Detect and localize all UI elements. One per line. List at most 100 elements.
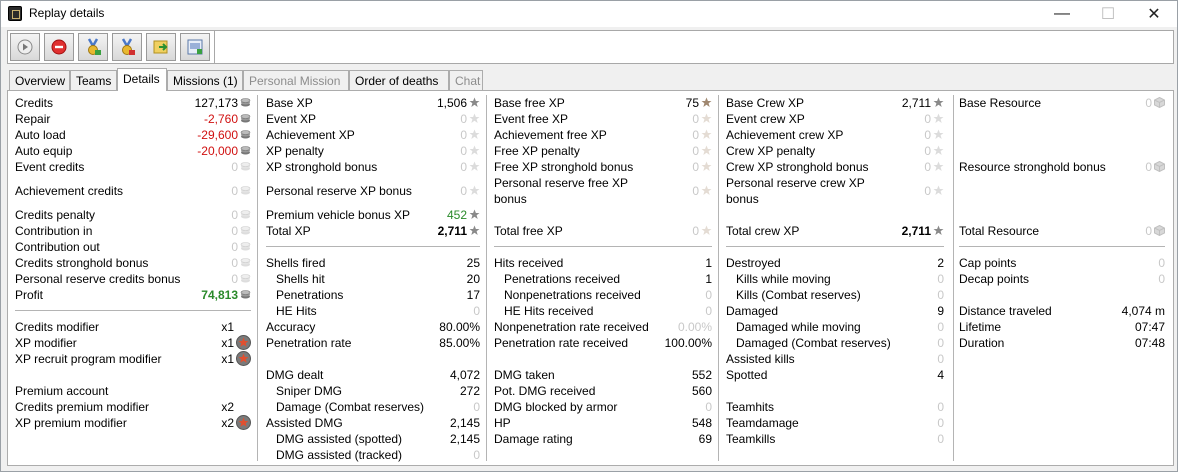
nonpenetrations-received-row: Nonpenetrations received 0 bbox=[494, 287, 712, 303]
he-hits-row: HE Hits 0 bbox=[266, 303, 480, 319]
event-credits-label: Event credits bbox=[15, 160, 85, 174]
pen-rate-received-value: 100.00% bbox=[664, 336, 712, 350]
tab-chat[interactable]: Chat bbox=[449, 70, 483, 90]
auto-equip-label: Auto equip bbox=[15, 144, 73, 158]
credits-column: Credits 127,173 Repair -2,760 Auto load -29… bbox=[15, 91, 251, 465]
dmg-blocked-label: DMG blocked by armor bbox=[494, 400, 618, 414]
damage-rating-row: Damage rating 69 bbox=[494, 431, 712, 447]
stop-button[interactable] bbox=[44, 33, 74, 61]
free-xp-star-icon bbox=[701, 185, 712, 196]
duration-row: Duration 07:48 bbox=[959, 335, 1165, 351]
minimize-button[interactable]: — bbox=[1039, 1, 1085, 27]
hits-received-value: 1 bbox=[705, 256, 712, 270]
spotted-row: Spotted 4 bbox=[726, 367, 944, 383]
xp-star-icon bbox=[469, 97, 480, 108]
total-free-xp-value: 0 bbox=[692, 224, 699, 238]
dmg-dealt-value: 4,072 bbox=[449, 368, 480, 382]
profit-label: Profit bbox=[15, 288, 44, 302]
he-hits-received-row: HE Hits received 0 bbox=[494, 303, 712, 319]
credits-value: 127,173 bbox=[194, 96, 238, 110]
crew-xp-penalty-value: 0 bbox=[924, 144, 931, 158]
xp-premium-modifier-value: x2 bbox=[221, 416, 234, 430]
credits-stronghold-row: Credits stronghold bonus 0 bbox=[15, 255, 251, 271]
duration-value: 07:48 bbox=[1134, 336, 1165, 350]
medal-remove-button[interactable] bbox=[112, 33, 142, 61]
teamhits-label: Teamhits bbox=[726, 400, 775, 414]
tab-overview[interactable]: Overview bbox=[9, 70, 70, 90]
teamdamage-row: Teamdamage 0 bbox=[726, 415, 944, 431]
event-xp-label: Event XP bbox=[266, 112, 317, 126]
window-title: Replay details bbox=[29, 6, 105, 20]
credits-label: Credits bbox=[15, 96, 54, 110]
personal-reserve-xp-row: Personal reserve XP bonus 0 bbox=[266, 183, 480, 199]
auto-load-value: -29,600 bbox=[197, 128, 238, 142]
credits-modifier-label: Credits modifier bbox=[15, 320, 100, 334]
xp-modifier-row: XP modifier x1 bbox=[15, 335, 251, 351]
export-button[interactable] bbox=[146, 33, 176, 61]
dmg-taken-label: DMG taken bbox=[494, 368, 555, 382]
teamdamage-label: Teamdamage bbox=[726, 416, 799, 430]
crew-xp-star-icon bbox=[933, 185, 944, 196]
spotted-value: 4 bbox=[937, 368, 944, 382]
column-divider bbox=[953, 95, 954, 461]
kills-combat-reserves-label: Kills (Combat reserves) bbox=[736, 288, 861, 302]
toolbar-separator bbox=[214, 31, 215, 63]
event-free-xp-label: Event free XP bbox=[494, 112, 569, 126]
event-crew-xp-value: 0 bbox=[924, 112, 931, 126]
event-free-xp-value: 0 bbox=[692, 112, 699, 126]
save-icon bbox=[187, 39, 203, 55]
tab-details[interactable]: Details bbox=[117, 68, 167, 91]
resource-box-icon bbox=[1154, 225, 1165, 236]
play-button[interactable] bbox=[10, 33, 40, 61]
decap-points-label: Decap points bbox=[959, 272, 1030, 286]
premium-badge-icon bbox=[236, 415, 251, 430]
achievement-crew-xp-label: Achievement crew XP bbox=[726, 128, 844, 142]
close-button[interactable]: ✕ bbox=[1131, 1, 1177, 27]
damaged-while-moving-label: Damaged while moving bbox=[736, 320, 861, 334]
resource-column: Base Resource 0 Resource stronghold bonus… bbox=[959, 91, 1165, 465]
nonpenetrations-received-label: Nonpenetrations received bbox=[504, 288, 641, 302]
xp-stronghold-label: XP stronghold bonus bbox=[266, 160, 378, 174]
maximize-button[interactable]: ☐ bbox=[1085, 1, 1131, 27]
tab-teams[interactable]: Teams bbox=[70, 70, 117, 90]
dmg-assisted-spotted-label: DMG assisted (spotted) bbox=[276, 432, 403, 446]
total-crew-xp-row: Total crew XP 2,711 bbox=[726, 223, 944, 239]
repair-label: Repair bbox=[15, 112, 51, 126]
destroyed-row: Destroyed 2 bbox=[726, 255, 944, 271]
penetrations-received-value: 1 bbox=[705, 272, 712, 286]
xp-star-icon bbox=[469, 113, 480, 124]
tab-personal-mission[interactable]: Personal Mission bbox=[243, 70, 349, 90]
damaged-row: Damaged 9 bbox=[726, 303, 944, 319]
xp-star-icon bbox=[469, 129, 480, 140]
distance-row: Distance traveled 4,074 m bbox=[959, 303, 1165, 319]
penetrations-received-row: Penetrations received 1 bbox=[494, 271, 712, 287]
tab-order-of-deaths[interactable]: Order of deaths bbox=[349, 70, 449, 90]
column-divider bbox=[486, 95, 487, 461]
save-button[interactable] bbox=[180, 33, 210, 61]
penetrations-row: Penetrations 17 bbox=[266, 287, 480, 303]
damaged-combat-reserves-label: Damaged (Combat reserves) bbox=[736, 336, 891, 350]
tab-missions[interactable]: Missions (1) bbox=[167, 70, 243, 90]
base-crew-xp-label: Base Crew XP bbox=[726, 96, 805, 110]
crew-xp-star-icon bbox=[933, 113, 944, 124]
coin-icon bbox=[240, 97, 251, 108]
he-hits-received-label: HE Hits received bbox=[504, 304, 594, 318]
free-xp-stronghold-row: Free XP stronghold bonus 0 bbox=[494, 159, 712, 175]
base-crew-xp-value: 2,711 bbox=[901, 96, 931, 110]
crew-xp-stronghold-value: 0 bbox=[924, 160, 931, 174]
medal-button[interactable] bbox=[78, 33, 108, 61]
dmg-assisted-spotted-row: DMG assisted (spotted) 2,145 bbox=[266, 431, 480, 447]
damaged-while-moving-row: Damaged while moving 0 bbox=[726, 319, 944, 335]
crew-xp-column: Base Crew XP 2,711 Event crew XP 0 Achieve… bbox=[726, 91, 944, 465]
personal-reserve-crew-xp-value-row: 0 bbox=[726, 183, 944, 199]
xp-star-icon bbox=[469, 209, 480, 220]
free-xp-star-icon bbox=[701, 225, 712, 236]
crew-xp-penalty-row: Crew XP penalty 0 bbox=[726, 143, 944, 159]
coin-icon bbox=[240, 129, 251, 140]
dmg-blocked-row: DMG blocked by armor 0 bbox=[494, 399, 712, 415]
event-credits-value: 0 bbox=[231, 160, 238, 174]
damaged-combat-reserves-row: Damaged (Combat reserves) 0 bbox=[726, 335, 944, 351]
resource-box-icon bbox=[1154, 97, 1165, 108]
base-resource-row: Base Resource 0 bbox=[959, 95, 1165, 111]
xp-penalty-label: XP penalty bbox=[266, 144, 324, 158]
